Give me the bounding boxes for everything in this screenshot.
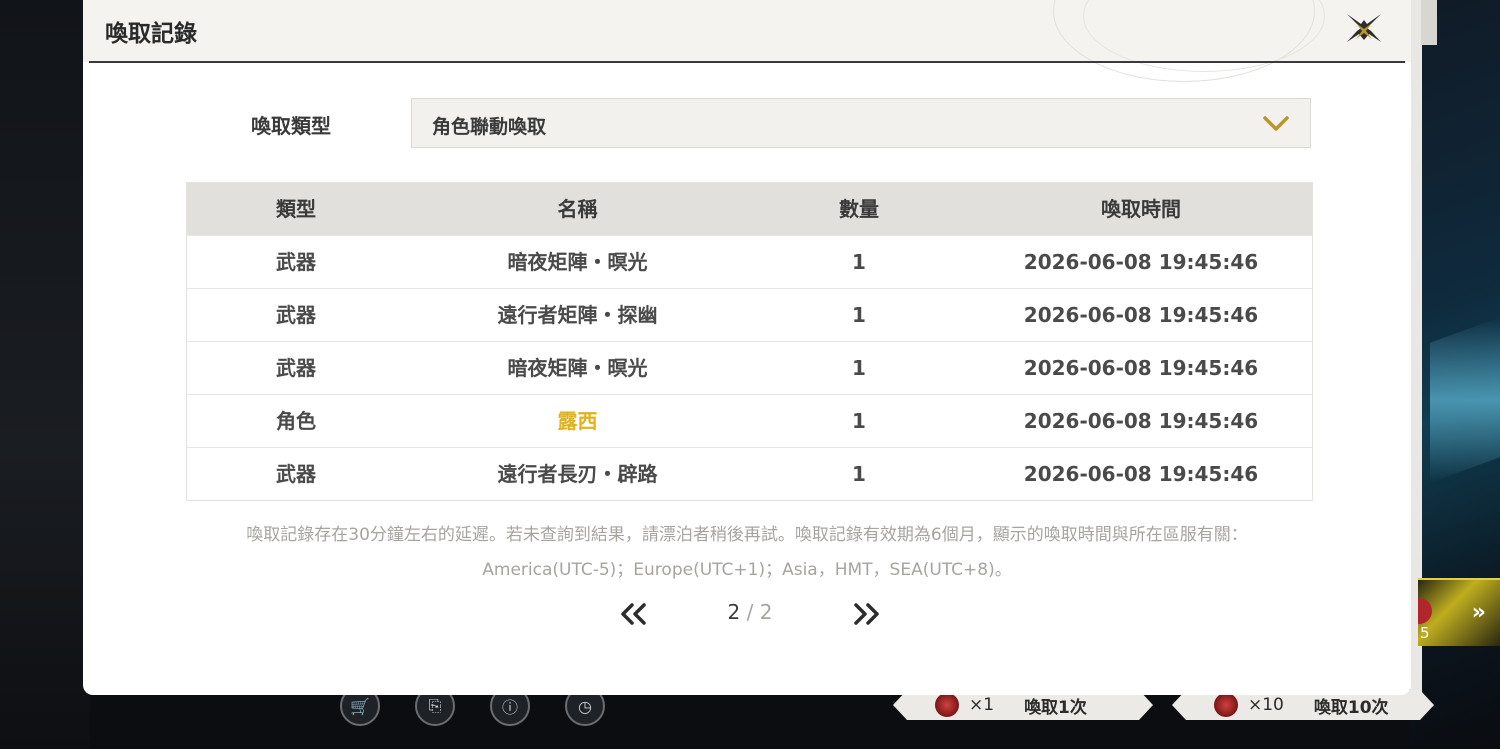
row-time: 2026-06-08 19:45:46 — [1023, 409, 1259, 433]
table-row: 武器 遠行者矩陣・探幽 1 2026-06-08 19:45:46 — [187, 288, 1312, 341]
row-qty: 1 — [852, 356, 866, 380]
column-header-name: 名稱 — [557, 197, 598, 221]
row-name: 暗夜矩陣・暝光 — [507, 250, 648, 274]
total-pages: 2 — [759, 600, 773, 624]
cart-icon: 🛒 — [350, 696, 370, 716]
filter-label: 喚取類型 — [251, 114, 331, 138]
pull-ten-label: 喚取10次 — [1313, 697, 1389, 718]
dialog-title: 喚取記錄 — [105, 21, 197, 47]
row-time: 2026-06-08 19:45:46 — [1023, 462, 1259, 486]
table-row: 武器 暗夜矩陣・暝光 1 2026-06-08 19:45:46 — [187, 235, 1312, 288]
table-row: 武器 暗夜矩陣・暝光 1 2026-06-08 19:45:46 — [187, 341, 1312, 394]
background-left — [0, 0, 90, 749]
row-time: 2026-06-08 19:45:46 — [1023, 250, 1259, 274]
row-time: 2026-06-08 19:45:46 — [1023, 356, 1259, 380]
pull-one-label: 喚取1次 — [1024, 697, 1087, 718]
banner-count: 5 — [1420, 624, 1430, 642]
chevron-down-icon — [1263, 116, 1289, 131]
pull-token-icon — [1214, 693, 1238, 717]
background-glow — [1430, 317, 1500, 483]
pull-token-icon — [935, 693, 959, 717]
dialog-header: 喚取記錄 — [83, 0, 1411, 82]
double-chevron-right-icon[interactable] — [851, 598, 883, 630]
row-name: 暗夜矩陣・暝光 — [507, 356, 648, 380]
delay-note: 喚取記錄存在30分鐘左右的延遲。若未查詢到結果，請漂泊者稍後再試。喚取記錄有效期… — [246, 525, 1248, 545]
background-panel-top — [1421, 0, 1437, 45]
double-chevron-left-icon[interactable] — [617, 598, 649, 630]
row-name: 遠行者長刃・辟路 — [497, 462, 658, 486]
pull-type-value: 角色聯動喚取 — [432, 116, 547, 138]
row-qty: 1 — [852, 250, 866, 274]
table-row: 武器 遠行者長刃・辟路 1 2026-06-08 19:45:46 — [187, 447, 1312, 500]
table-header: 類型 名稱 數量 喚取時間 — [187, 183, 1312, 235]
column-header-qty: 數量 — [839, 197, 879, 221]
clock-icon: ◷ — [578, 696, 592, 716]
pull-ten-mult: ×10 — [1248, 695, 1284, 715]
history-table: 類型 名稱 數量 喚取時間 武器 暗夜矩陣・暝光 1 2026-06-08 19… — [186, 182, 1313, 501]
background-banner-card: » 5 — [1418, 578, 1500, 646]
document-search-icon: ⎘ — [428, 696, 442, 715]
page-indicator: 2 / 2 — [703, 600, 797, 624]
row-qty: 1 — [852, 409, 866, 433]
row-name: 遠行者矩陣・探幽 — [497, 303, 658, 327]
pull-one-mult: ×1 — [969, 695, 995, 715]
current-page: 2 — [727, 600, 741, 624]
banner-gem — [1418, 598, 1432, 624]
header-divider — [89, 61, 1405, 63]
close-icon[interactable] — [1343, 10, 1385, 52]
row-qty: 1 — [852, 303, 866, 327]
row-type: 角色 — [276, 409, 316, 433]
row-name-highlight: 露西 — [557, 409, 598, 433]
row-type: 武器 — [276, 462, 316, 486]
row-time: 2026-06-08 19:45:46 — [1023, 303, 1259, 327]
row-type: 武器 — [276, 356, 316, 380]
row-type: 武器 — [276, 250, 316, 274]
row-type: 武器 — [276, 303, 316, 327]
pull-history-dialog: 喚取記錄 喚取類型 角色聯動喚取 類型 名稱 數量 喚取時間 武器 暗夜矩陣・暝… — [83, 0, 1411, 695]
row-qty: 1 — [852, 462, 866, 486]
info-icon: ⓘ — [501, 698, 518, 717]
chevron-right-icon: » — [1471, 600, 1486, 625]
timezone-note: America(UTC-5)；Europe(UTC+1)；Asia，HMT，SE… — [482, 560, 1012, 580]
page-separator: / — [746, 600, 754, 624]
pull-type-select[interactable]: 角色聯動喚取 — [411, 98, 1311, 148]
column-header-time: 喚取時間 — [1101, 197, 1181, 221]
table-row: 角色 露西 1 2026-06-08 19:45:46 — [187, 394, 1312, 447]
column-header-type: 類型 — [276, 197, 316, 221]
